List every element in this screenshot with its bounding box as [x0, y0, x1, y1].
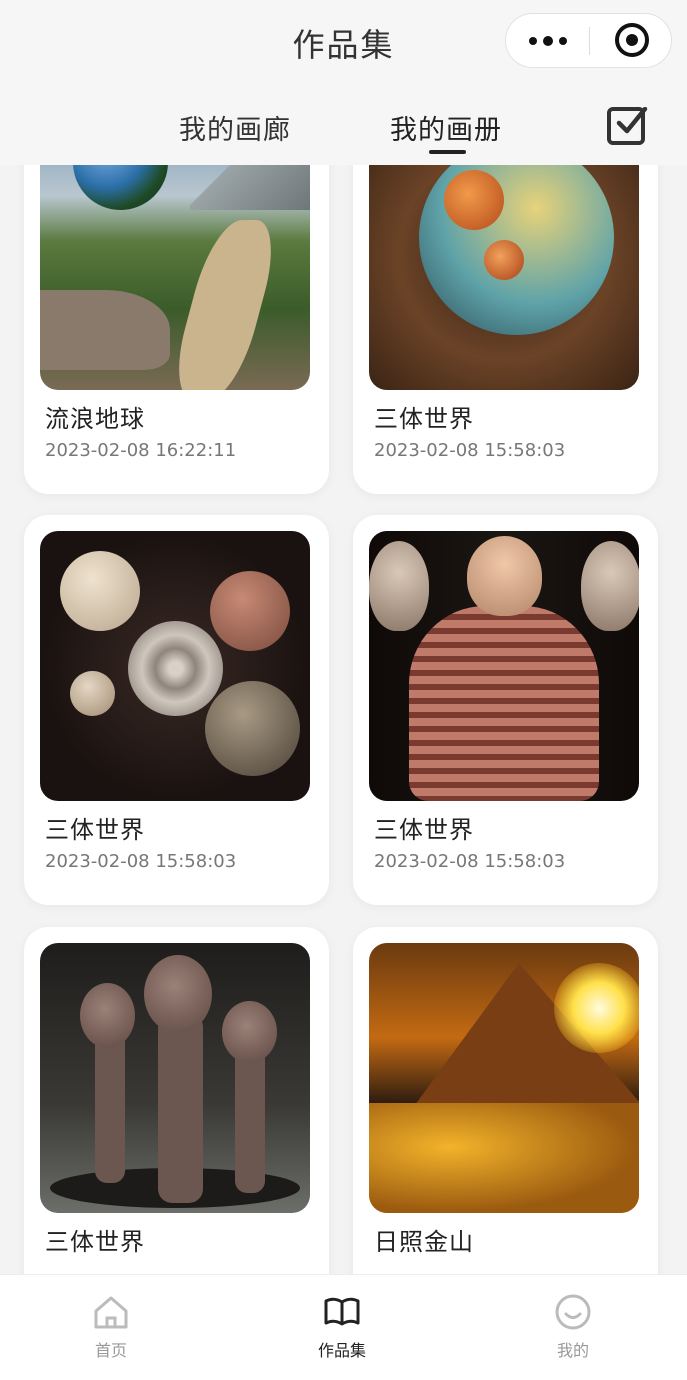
gallery-card[interactable]: 三体世界 2023-02-08 15:58:03 [24, 515, 329, 905]
dot-icon [558, 36, 567, 45]
artwork-date: 2023-02-08 16:22:11 [45, 440, 237, 461]
home-icon [92, 1293, 130, 1331]
dot-icon [542, 35, 553, 46]
artwork-date: 2023-02-08 15:58:03 [45, 851, 237, 872]
miniprogram-capsule [505, 13, 672, 68]
artwork-title: 日照金山 [374, 1228, 474, 1256]
more-menu-button[interactable] [506, 14, 589, 67]
profile-icon [554, 1293, 592, 1331]
artwork-title: 流浪地球 [45, 405, 145, 433]
active-tab-indicator [429, 150, 466, 154]
artwork-date: 2023-02-08 15:58:03 [374, 440, 566, 461]
tab-label: 首页 [94, 1341, 127, 1360]
artwork-title: 三体世界 [45, 816, 145, 844]
artwork-image [40, 531, 310, 801]
artwork-image [40, 943, 310, 1213]
tab-my-gallery[interactable]: 我的画廊 [179, 108, 291, 147]
tab-label: 我的 [556, 1341, 589, 1360]
close-target-icon[interactable] [615, 23, 649, 57]
gallery-card[interactable]: 三体世界 2023-02-08 15:58:03 [353, 515, 658, 905]
checkmark-icon [616, 107, 648, 134]
tab-my-album[interactable]: 我的画册 [390, 108, 502, 147]
artwork-title: 三体世界 [45, 1228, 145, 1256]
tab-bar-top: 我的画廊 我的画册 [0, 108, 687, 158]
artwork-title: 三体世界 [374, 816, 474, 844]
tab-works[interactable]: 作品集 [292, 1293, 392, 1361]
tab-label: 作品集 [317, 1341, 366, 1360]
artwork-image [369, 531, 639, 801]
artwork-date: 2023-02-08 15:58:03 [374, 851, 566, 872]
artwork-title: 三体世界 [374, 405, 474, 433]
select-checkbox-icon[interactable] [607, 107, 648, 145]
tab-profile[interactable]: 我的 [523, 1293, 623, 1361]
gallery-card[interactable]: 日照金山 [353, 927, 658, 1317]
dot-icon [528, 36, 537, 45]
capsule-divider [589, 27, 590, 55]
top-header: 作品集 我的画廊 我的画册 [0, 0, 687, 165]
gallery-card[interactable]: 三体世界 [24, 927, 329, 1317]
book-icon [323, 1293, 361, 1331]
bottom-tab-bar: 首页 作品集 我的 [0, 1274, 687, 1380]
tab-home[interactable]: 首页 [61, 1293, 161, 1361]
artwork-image [369, 943, 639, 1213]
